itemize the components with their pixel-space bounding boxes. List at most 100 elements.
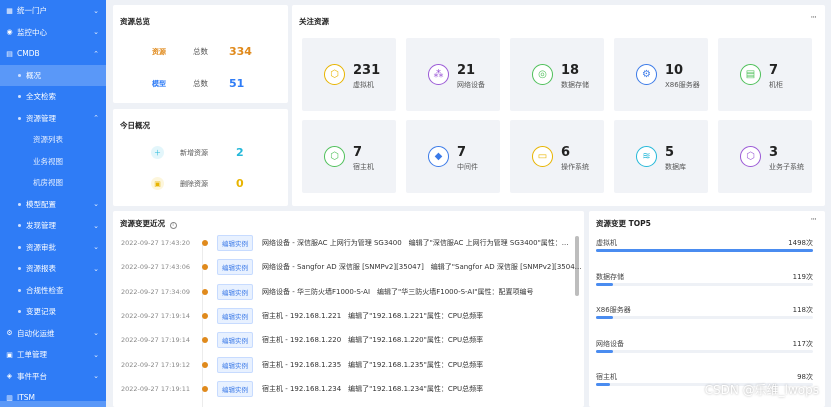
more-icon[interactable]: ···	[810, 215, 817, 225]
resource-tile[interactable]: ◎ 18 数据存储	[510, 38, 604, 111]
sidebar-item-label: 自动化运维	[17, 328, 55, 338]
sidebar-item[interactable]: ◈ 事件平台 ⌄	[0, 366, 106, 388]
sidebar-item-label: 资源管理	[26, 113, 56, 123]
model-total-label: 总数	[193, 79, 208, 88]
sidebar-item[interactable]: ⚙ 自动化运维 ⌄	[0, 323, 106, 345]
sidebar-item[interactable]: 全文检索	[0, 86, 106, 108]
edit-instance-tag: 编辑实例	[217, 307, 253, 324]
chevron-icon: ⌄	[93, 200, 99, 209]
change-top5-title: 资源变更 TOP5	[596, 219, 651, 228]
tile-label: X86服务器	[665, 81, 700, 89]
resource-tile[interactable]: ⁂ 21 网络设备	[406, 38, 500, 111]
change-row[interactable]: 2022-09-27 17:43:06 编辑实例 网络设备 - Sangfor AD…	[121, 255, 582, 279]
top5-row[interactable]: 网络设备 117次	[596, 339, 813, 353]
timeline-dot	[202, 264, 208, 271]
sidebar-item-label: 统一门户	[17, 6, 47, 16]
change-row[interactable]: 2022-09-27 17:19:14 编辑实例 宿主机 - 192.168.1.2…	[121, 304, 582, 328]
added-value[interactable]: 2	[236, 146, 244, 159]
sidebar-footer	[0, 401, 106, 407]
change-time: 2022-09-27 17:19:11	[121, 384, 191, 393]
top5-count: 1498次	[788, 239, 813, 247]
sidebar-item-label: 资源报表	[26, 264, 56, 274]
info-icon[interactable]: i	[169, 222, 177, 229]
sidebar-item[interactable]: 业务视图	[0, 151, 106, 173]
change-time: 2022-09-27 17:34:09	[121, 287, 191, 296]
top5-bar-track	[596, 249, 813, 252]
resource-changes-title-text: 资源变更近况	[120, 219, 165, 228]
chevron-icon: ⌃	[93, 114, 99, 123]
os-icon: ▭	[532, 146, 553, 167]
change-row[interactable]: 2022-09-27 17:19:12 编辑实例 宿主机 - 192.168.1.2…	[121, 353, 582, 377]
today-row-added: ＋ 新增资源 2	[151, 146, 244, 159]
tile-value: 7	[353, 145, 363, 160]
sidebar-item[interactable]: 变更记录	[0, 301, 106, 323]
sidebar-item[interactable]: 机房视图	[0, 172, 106, 194]
resource-tile[interactable]: ◆ 7 中间件	[406, 120, 500, 193]
plus-icon: ＋	[151, 146, 164, 159]
change-row[interactable]: 2022-09-27 17:34:09 编辑实例 网络设备 - 华三防火墙F1000…	[121, 280, 582, 304]
resource-total-value[interactable]: 334	[229, 45, 252, 58]
sidebar-item-label: 合规性检查	[26, 285, 64, 295]
sidebar-item[interactable]: 资源审批 ⌄	[0, 237, 106, 259]
sidebar-item-label: 事件平台	[17, 371, 47, 381]
network-icon: ⁂	[428, 64, 449, 85]
portal-icon: ▦	[6, 6, 13, 15]
bullet-icon	[18, 267, 21, 271]
sidebar-item[interactable]: ◉ 监控中心 ⌄	[0, 22, 106, 44]
resource-tile[interactable]: ▭ 6 操作系统	[510, 120, 604, 193]
tile-value: 10	[665, 63, 684, 78]
resource-changes-title: 资源变更近况 i	[120, 218, 177, 229]
monitor-icon: ◉	[6, 28, 13, 37]
resource-tile[interactable]: ⬡ 3 业务子系统	[718, 120, 812, 193]
tile-label: 操作系统	[561, 163, 589, 171]
top5-name: 网络设备	[596, 339, 624, 348]
sidebar-item-label: 业务视图	[33, 156, 63, 166]
resource-tile[interactable]: ⚙ 10 X86服务器	[614, 38, 708, 111]
resource-tile[interactable]: ▤ 7 机柜	[718, 38, 812, 111]
sidebar-item[interactable]: 概况	[0, 64, 106, 86]
tile-label: 业务子系统	[769, 163, 804, 171]
today-overview-card: 今日概况 ＋ 新增资源 2 ▣ 删除资源 0	[113, 109, 288, 206]
sidebar: ▦ 统一门户 ⌄ ◉ 监控中心 ⌄ ▤ CMDB ⌃ 概况全文检索资源管理 ⌃ 资源列表业务视图机房视…	[0, 0, 106, 407]
model-total-value[interactable]: 51	[229, 77, 244, 90]
storage-icon: ◎	[532, 64, 553, 85]
chevron-icon: ⌄	[93, 264, 99, 273]
sidebar-item[interactable]: 合规性检查	[0, 280, 106, 302]
edit-instance-tag: 编辑实例	[217, 235, 253, 251]
overview-row-model: 模型 总数 51	[148, 77, 244, 90]
edit-instance-tag: 编辑实例	[217, 332, 253, 349]
deleted-value[interactable]: 0	[236, 177, 244, 190]
tile-label: 虚拟机	[353, 81, 374, 89]
bullet-icon	[18, 95, 21, 99]
top5-row[interactable]: 数据存储 119次	[596, 272, 813, 286]
top5-row[interactable]: X86服务器 118次	[596, 305, 813, 319]
top5-bar	[596, 349, 613, 353]
resource-tile[interactable]: ⬡ 231 虚拟机	[302, 38, 396, 111]
sidebar-item[interactable]: ▦ 统一门户 ⌄	[0, 0, 106, 22]
sidebar-item[interactable]: 模型配置 ⌄	[0, 194, 106, 216]
bullet-icon	[18, 73, 21, 77]
sidebar-item-label: 概况	[26, 70, 41, 80]
change-text: 网络设备 - 深信服AC 上网行为管理 SG3400 编辑了"深信服AC 上网行…	[262, 239, 569, 247]
resource-total-label: 总数	[193, 47, 208, 56]
change-row[interactable]: 2022-09-27 17:19:14 编辑实例 宿主机 - 192.168.1.2…	[121, 328, 582, 352]
resource-overview-title: 资源总览	[120, 17, 150, 26]
tile-value: 21	[457, 63, 476, 78]
sidebar-item[interactable]: 资源报表 ⌄	[0, 258, 106, 280]
chevron-icon: ⌄	[93, 329, 99, 338]
more-icon[interactable]: ···	[810, 13, 817, 23]
top5-row[interactable]: 虚拟机 1498次	[596, 238, 813, 252]
sidebar-item[interactable]: 资源列表	[0, 129, 106, 151]
sidebar-item[interactable]: 发现管理 ⌄	[0, 215, 106, 237]
top5-name: X86服务器	[596, 306, 631, 314]
change-row[interactable]: 2022-09-27 17:43:20 编辑实例 网络设备 - 深信服AC 上网行为…	[121, 231, 582, 255]
timeline-dot	[202, 385, 208, 392]
change-time: 2022-09-27 17:43:06	[121, 263, 191, 272]
change-row[interactable]: 2022-09-27 17:19:11 编辑实例 宿主机 - 192.168.1.2…	[121, 377, 582, 401]
sidebar-item[interactable]: 资源管理 ⌃	[0, 108, 106, 130]
resource-tile[interactable]: ≋ 5 数据库	[614, 120, 708, 193]
resource-tile[interactable]: ⬡ 7 宿主机	[302, 120, 396, 193]
sidebar-item[interactable]: ▣ 工单管理 ⌄	[0, 344, 106, 366]
sidebar-item[interactable]: ▤ CMDB ⌃	[0, 43, 106, 65]
tile-label: 机柜	[769, 81, 783, 89]
